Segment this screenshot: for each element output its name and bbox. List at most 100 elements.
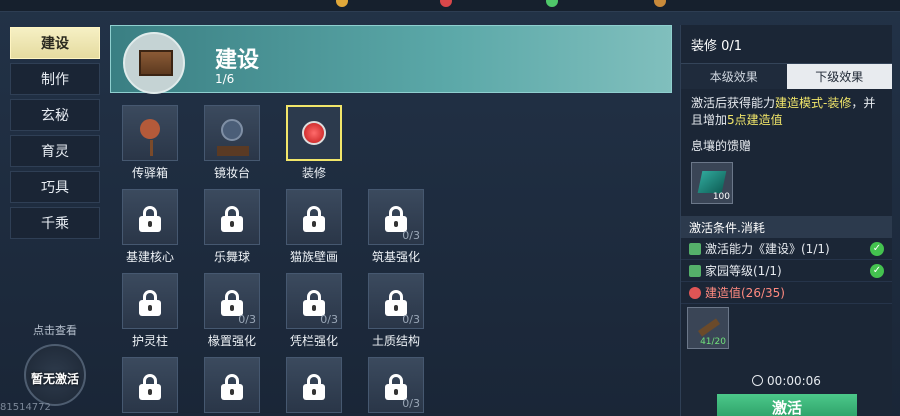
material-item-slot[interactable]: 41/20 bbox=[687, 307, 729, 349]
ability-cell[interactable] bbox=[284, 357, 344, 413]
ability-label: 凭栏强化 bbox=[289, 334, 338, 348]
desc-text: 激活后获得能力 bbox=[691, 96, 776, 110]
effect-tabs: 本级效果 下级效果 bbox=[681, 63, 892, 89]
renovation-orb-icon bbox=[302, 121, 326, 145]
ability-cell[interactable]: 猫族壁画 bbox=[284, 189, 344, 265]
ability-cell[interactable]: 0/3 bbox=[366, 357, 426, 413]
nav-item-vehicles[interactable]: 千乘 bbox=[10, 207, 100, 239]
ability-label: 装修 bbox=[301, 166, 326, 180]
mirror-icon bbox=[221, 119, 243, 141]
ability-progress: 0/3 bbox=[320, 313, 338, 326]
ability-label: 传驿箱 bbox=[131, 166, 168, 180]
gift-item-slot[interactable]: 100 bbox=[691, 162, 733, 204]
ability-tile[interactable] bbox=[286, 189, 342, 245]
nav-item-tools[interactable]: 巧具 bbox=[10, 171, 100, 203]
category-progress: 1/6 bbox=[215, 72, 235, 86]
ability-label: 猫族壁画 bbox=[289, 250, 338, 264]
ability-label: 护灵柱 bbox=[131, 334, 168, 348]
ability-progress: 0/3 bbox=[402, 397, 420, 410]
top-resource-bar bbox=[0, 0, 900, 12]
ability-cell[interactable]: 乐舞球 bbox=[202, 189, 262, 265]
gift-quantity: 100 bbox=[712, 192, 730, 202]
ability-label: 镜妆台 bbox=[213, 166, 250, 180]
desc-ability-link[interactable]: 建造模式-装修 bbox=[775, 96, 851, 110]
soil-gem-icon bbox=[697, 171, 727, 193]
detail-title: 装修 0/1 bbox=[691, 39, 743, 54]
amber-icon bbox=[654, 0, 666, 7]
ability-icon bbox=[689, 242, 701, 255]
ability-tile[interactable] bbox=[204, 189, 260, 245]
ability-cell[interactable] bbox=[202, 357, 262, 413]
coin-icon bbox=[336, 0, 348, 7]
ability-progress: 0/3 bbox=[238, 313, 256, 326]
ability-tile[interactable]: 0/3 bbox=[204, 273, 260, 329]
activate-button[interactable]: 激活 bbox=[717, 394, 857, 416]
timer-text: 00:00:06 bbox=[767, 374, 821, 388]
game-screen: 建设 制作 玄秘 育灵 巧具 千乘 点击查看 暂无激活 81514772 建设 … bbox=[0, 0, 900, 416]
ability-cell[interactable]: 0/3 椽置强化 bbox=[202, 273, 262, 349]
ability-cell[interactable] bbox=[120, 357, 180, 413]
ability-tile-selected[interactable] bbox=[286, 105, 342, 161]
ability-tile[interactable]: 0/3 bbox=[368, 357, 424, 413]
ability-tile[interactable] bbox=[204, 357, 260, 413]
ability-cell[interactable]: 传驿箱 bbox=[120, 105, 180, 181]
ability-cell[interactable]: 0/3 土质结构 bbox=[366, 273, 426, 349]
ability-label: 椽置强化 bbox=[207, 334, 256, 348]
lock-icon bbox=[139, 290, 161, 316]
lock-icon bbox=[139, 374, 161, 400]
category-banner: 建设 1/6 bbox=[110, 25, 672, 94]
ability-tile[interactable] bbox=[122, 105, 178, 161]
ability-cell[interactable]: 装修 bbox=[284, 105, 344, 181]
ruby-icon bbox=[440, 0, 452, 7]
home-icon bbox=[689, 264, 701, 277]
courier-box-icon bbox=[140, 119, 160, 139]
emblem-icon[interactable]: 暂无激活 bbox=[24, 344, 86, 406]
cooldown-timer: 00:00:06 bbox=[681, 374, 892, 388]
ability-cell[interactable]: 0/3 凭栏强化 bbox=[284, 273, 344, 349]
ability-cell[interactable]: 基建核心 bbox=[120, 189, 180, 265]
activation-status-box[interactable]: 点击查看 暂无激活 bbox=[18, 322, 92, 406]
clock-icon bbox=[752, 375, 764, 386]
material-quantity: 41/20 bbox=[700, 337, 726, 347]
nav-item-spirit[interactable]: 育灵 bbox=[10, 135, 100, 167]
lock-icon bbox=[303, 206, 325, 232]
wooden-box-icon bbox=[123, 32, 185, 94]
ability-tile[interactable] bbox=[122, 357, 178, 413]
conditions-title: 激活条件.消耗 bbox=[681, 216, 892, 238]
condition-row: 建造值(26/35) bbox=[681, 282, 892, 304]
user-id: 81514772 bbox=[0, 402, 51, 413]
condition-row: 激活能力《建设》(1/1) ✓ bbox=[681, 238, 892, 260]
wood-material-icon bbox=[697, 318, 721, 337]
ability-tile[interactable]: 0/3 bbox=[368, 189, 424, 245]
ability-cell[interactable]: 护灵柱 bbox=[120, 273, 180, 349]
desc-value: 5点建造值 bbox=[727, 113, 783, 127]
ability-tile[interactable] bbox=[204, 105, 260, 161]
tab-current-level[interactable]: 本级效果 bbox=[681, 64, 787, 89]
ability-detail-panel: 装修 0/1 本级效果 下级效果 激活后获得能力建造模式-装修，并且增加5点建造… bbox=[680, 25, 892, 416]
ability-tile[interactable]: 0/3 bbox=[286, 273, 342, 329]
tab-next-level[interactable]: 下级效果 bbox=[786, 64, 892, 89]
ability-label: 乐舞球 bbox=[213, 250, 250, 264]
gift-label: 息壤的馈赠 bbox=[691, 139, 752, 153]
skill-tree-panel: 建设 1/6 传驿箱 镜妆台 装修 基建核心 乐舞球 猫族壁画 0/3 筑基强化… bbox=[106, 25, 672, 416]
condition-text: 激活能力《建设》(1/1) bbox=[705, 242, 830, 256]
ability-cell[interactable]: 0/3 筑基强化 bbox=[366, 189, 426, 265]
ability-progress: 0/3 bbox=[402, 313, 420, 326]
nav-item-mystic[interactable]: 玄秘 bbox=[10, 99, 100, 131]
lock-icon bbox=[139, 206, 161, 232]
ability-tile[interactable] bbox=[122, 189, 178, 245]
view-hint: 点击查看 bbox=[33, 324, 77, 337]
jade-icon bbox=[546, 0, 558, 7]
ability-tile[interactable] bbox=[286, 357, 342, 413]
ability-cell[interactable]: 镜妆台 bbox=[202, 105, 262, 181]
condition-row: 家园等级(1/1) ✓ bbox=[681, 260, 892, 282]
check-icon: ✓ bbox=[870, 241, 884, 256]
ability-tile[interactable] bbox=[122, 273, 178, 329]
category-title: 建设 bbox=[215, 48, 260, 73]
nav-item-build[interactable]: 建设 bbox=[10, 27, 100, 59]
lock-icon bbox=[221, 374, 243, 400]
nav-item-craft[interactable]: 制作 bbox=[10, 63, 100, 95]
condition-text: 建造值(26/35) bbox=[705, 286, 785, 300]
ability-tile[interactable]: 0/3 bbox=[368, 273, 424, 329]
lock-icon bbox=[303, 374, 325, 400]
